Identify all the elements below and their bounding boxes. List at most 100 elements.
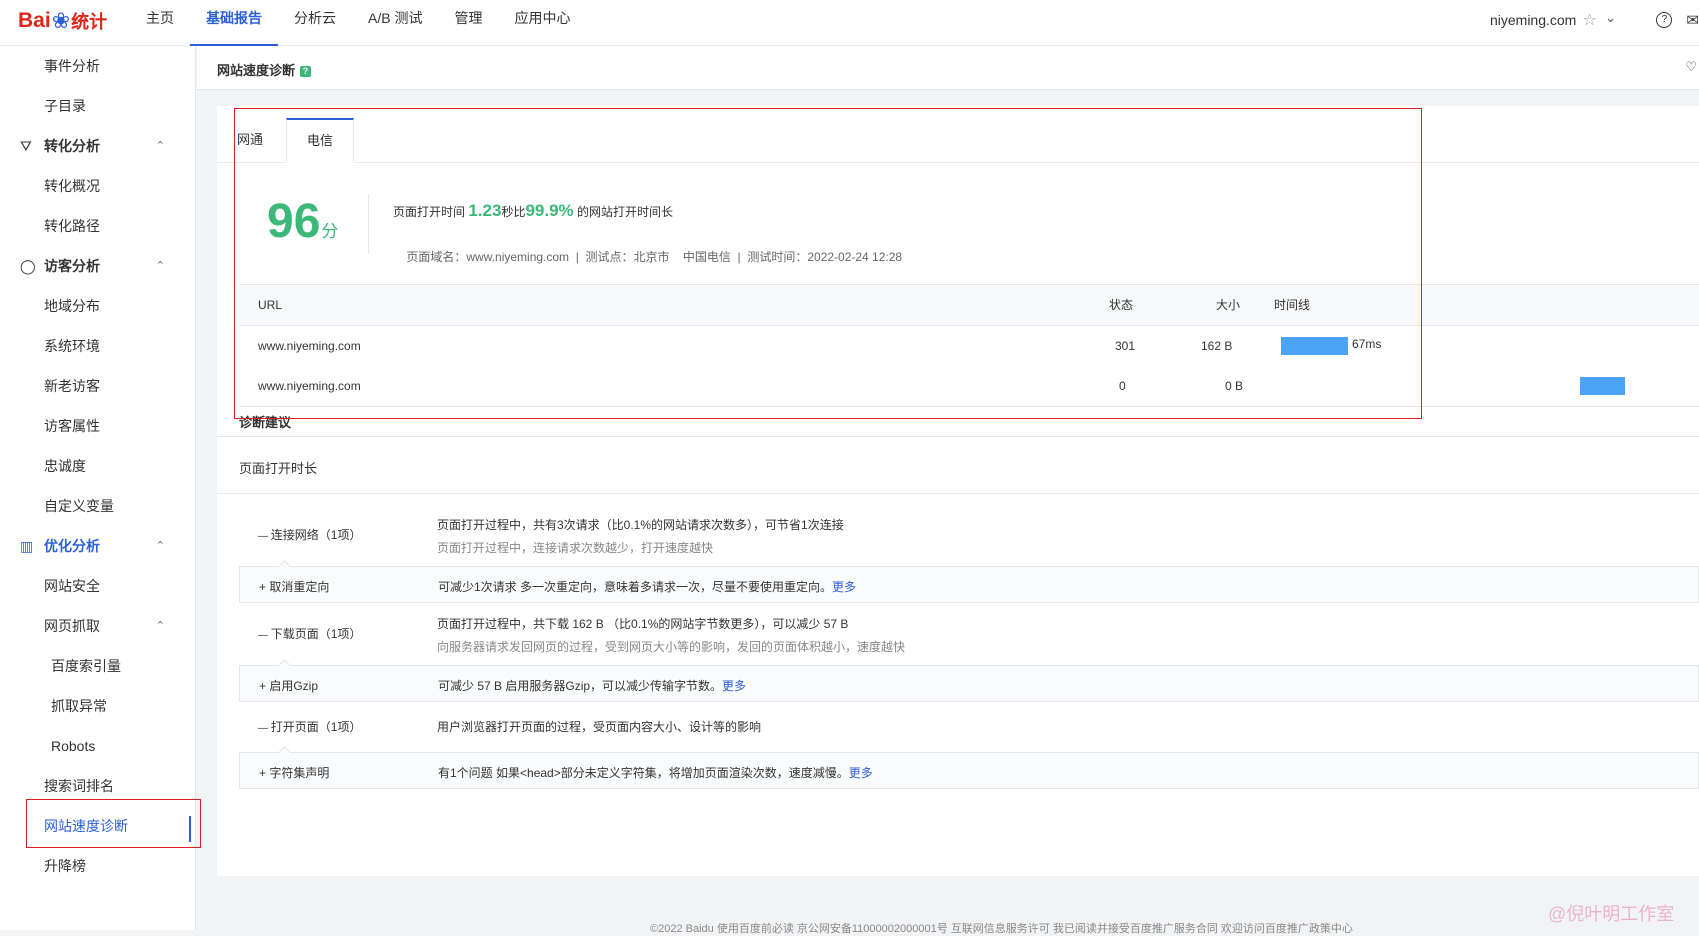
nav-item-0[interactable]: 主页 xyxy=(130,0,190,46)
rule-label[interactable]: + 字符集声明 xyxy=(259,764,329,781)
sidebar-item-6[interactable]: 地域分布 xyxy=(0,286,195,326)
footer: ©2022 Baidu 使用百度前必读 京公网安备11000002000001号… xyxy=(650,923,1353,935)
sidebar-item-label: 网页抓取 xyxy=(44,618,100,634)
sidebar: 事件分析 子目录 ⛛ 转化分析 ⌃ 转化概况 转化路径 ◯ 访客分析 ⌃ 地域分布 系统环境 新老访客访… xyxy=(0,46,196,930)
sidebar-item-20[interactable]: 升降榜 xyxy=(0,846,195,886)
rule-label-text: 取消重定向 xyxy=(269,580,330,594)
rule-label[interactable]: + 启用Gzip xyxy=(259,677,318,694)
nav-item-2[interactable]: 分析云 xyxy=(278,0,352,46)
sidebar-item-label: 地域分布 xyxy=(44,298,100,314)
sidebar-item-9[interactable]: 访客属性 xyxy=(0,406,195,446)
sidebar-item-13[interactable]: 网站安全 xyxy=(0,566,195,606)
sidebar-item-15[interactable]: 百度索引量 xyxy=(0,646,195,686)
more-link[interactable]: 更多 xyxy=(849,766,873,780)
chevron-up-icon[interactable]: ⌃ xyxy=(156,246,165,286)
group-desc: 页面打开过程中，共下载 162 B （比0.1%的网站字节数更多），可以减少 5… xyxy=(437,617,849,631)
sidebar-item-label: 升降榜 xyxy=(44,858,86,874)
watermark: @倪叶明工作室 xyxy=(1548,904,1675,924)
page-title-text: 网站速度诊断 xyxy=(217,63,296,78)
sidebar-item-1[interactable]: 子目录 xyxy=(0,86,195,126)
annotation-box-results xyxy=(234,108,1422,419)
sidebar-item-label: 抓取异常 xyxy=(51,698,107,714)
more-link[interactable]: 更多 xyxy=(722,679,746,693)
expand-icon[interactable]: + xyxy=(259,766,269,780)
heart-icon[interactable]: ♡ xyxy=(1685,59,1697,75)
sidebar-item-label: 访客属性 xyxy=(44,418,100,434)
group-label-text: 下载页面（1项） xyxy=(270,627,362,641)
sidebar-item-label: 子目录 xyxy=(44,98,86,114)
divider xyxy=(217,493,1699,494)
top-navigation-bar: Bai ❀ 统计 主页 基础报告 分析云 A/B 测试 管理 应用中心 niyeming.… xyxy=(0,0,1699,46)
sidebar-item-label: 系统环境 xyxy=(44,338,100,354)
more-link[interactable]: 更多 xyxy=(832,580,856,594)
sidebar-item-10[interactable]: 忠诚度 xyxy=(0,446,195,486)
user-name[interactable]: niyeming.com xyxy=(1490,12,1576,28)
collapse-icon[interactable]: — xyxy=(258,531,271,542)
rule-desc-text: 可减少1次请求 多一次重定向，意味着多请求一次，尽量不要使用重定向。 xyxy=(438,580,833,594)
expand-icon[interactable]: + xyxy=(259,580,269,594)
sidebar-item-label: 网站安全 xyxy=(44,578,100,594)
rule-desc: 可减少1次请求 多一次重定向，意味着多请求一次，尽量不要使用重定向。更多 xyxy=(438,578,856,595)
sidebar-item-0[interactable]: 事件分析 xyxy=(0,46,195,86)
sidebar-item-4[interactable]: 转化路径 xyxy=(0,206,195,246)
nav-item-3[interactable]: A/B 测试 xyxy=(352,0,438,46)
rule-desc: 有1个问题 如果<head>部分未定义字符集，将增加页面渲染次数，速度减慢。更多 xyxy=(438,764,873,781)
sidebar-item-8[interactable]: 新老访客 xyxy=(0,366,195,406)
group-label[interactable]: — 打开页面（1项） xyxy=(258,718,361,735)
sidebar-item-label: 新老访客 xyxy=(44,378,100,394)
nav-item-5[interactable]: 应用中心 xyxy=(498,0,586,46)
rule-item[interactable]: + 取消重定向 可减少1次请求 多一次重定向，意味着多请求一次，尽量不要使用重定向… xyxy=(239,560,1699,603)
sidebar-item-label: 转化路径 xyxy=(44,218,100,234)
diagnosis-subtitle: 页面打开时长 xyxy=(239,461,318,476)
sidebar-item-label: 访客分析 xyxy=(44,258,100,274)
page-header: 网站速度诊断? ♡ xyxy=(197,46,1699,90)
logo-text-bai: Bai xyxy=(18,9,51,32)
sidebar-item-17[interactable]: Robots xyxy=(0,726,195,766)
chevron-up-icon[interactable]: ⌃ xyxy=(156,526,165,566)
group-label-text: 连接网络（1项） xyxy=(270,528,362,542)
sidebar-item-12[interactable]: ▥ 优化分析 ⌃ xyxy=(0,526,195,566)
help-icon[interactable]: ? xyxy=(1656,12,1673,28)
baidu-tongji-logo[interactable]: Bai ❀ 统计 xyxy=(18,6,107,36)
expand-icon[interactable]: + xyxy=(259,679,269,693)
nav-item-4[interactable]: 管理 xyxy=(438,0,498,46)
paw-icon: ❀ xyxy=(51,8,71,33)
help-icon-glyph: ? xyxy=(1661,14,1668,25)
sidebar-item-16[interactable]: 抓取异常 xyxy=(0,686,195,726)
chevron-down-icon[interactable]: ⌄ xyxy=(1605,9,1617,26)
sidebar-item-7[interactable]: 系统环境 xyxy=(0,326,195,366)
sidebar-item-3[interactable]: 转化概况 xyxy=(0,166,195,206)
sidebar-item-2[interactable]: ⛛ 转化分析 ⌃ xyxy=(0,126,195,166)
funnel-icon: ⛛ xyxy=(20,138,32,154)
star-icon[interactable]: ☆ xyxy=(1582,10,1596,30)
rule-label[interactable]: + 取消重定向 xyxy=(259,578,329,595)
group-label[interactable]: — 下载页面（1项） xyxy=(258,625,361,642)
page-title: 网站速度诊断? xyxy=(217,60,312,79)
timeline-bar xyxy=(1580,377,1625,395)
group-hint: 页面打开过程中，连接请求次数越少，打开速度越快 xyxy=(437,541,714,555)
rule-item[interactable]: + 启用Gzip 可减少 57 B 启用服务器Gzip，可以减少传输字节数。更多 xyxy=(239,659,1699,702)
sidebar-item-14[interactable]: 网页抓取 ⌃ xyxy=(0,606,195,646)
sidebar-item-11[interactable]: 自定义变量 xyxy=(0,486,195,526)
mail-icon[interactable]: ✉ xyxy=(1686,11,1699,29)
sidebar-item-label: 百度索引量 xyxy=(51,658,121,674)
diagnosis-group: — 下载页面（1项） 页面打开过程中，共下载 162 B （比0.1%的网站字节数… xyxy=(239,603,1699,665)
user-area: niyeming.com ☆ ⌄ ? ✉ xyxy=(1490,0,1699,40)
diagnosis-group: — 打开页面（1项） 用户浏览器打开页面的过程，受页面内容大小、设计等的影响 xyxy=(239,702,1699,752)
group-label[interactable]: — 连接网络（1项） xyxy=(258,526,361,543)
logo-text-tongji: 统计 xyxy=(71,12,108,32)
collapse-icon[interactable]: — xyxy=(258,630,271,641)
nav-item-1[interactable]: 基础报告 xyxy=(190,0,278,46)
diagnosis-group: — 连接网络（1项） 页面打开过程中，共有3次请求（比0.1%的网站请求次数多），… xyxy=(239,504,1699,566)
main-nav: 主页 基础报告 分析云 A/B 测试 管理 应用中心 xyxy=(130,0,586,46)
chevron-up-icon[interactable]: ⌃ xyxy=(156,606,165,646)
help-badge-icon[interactable]: ? xyxy=(300,66,312,77)
sidebar-item-label: 事件分析 xyxy=(44,58,100,74)
rule-item[interactable]: + 字符集声明 有1个问题 如果<head>部分未定义字符集，将增加页面渲染次数，… xyxy=(239,746,1699,789)
sidebar-item-5[interactable]: ◯ 访客分析 ⌃ xyxy=(0,246,195,286)
sidebar-item-label: 优化分析 xyxy=(44,538,100,554)
rule-label-text: 字符集声明 xyxy=(269,766,330,780)
divider xyxy=(217,436,1699,437)
chevron-up-icon[interactable]: ⌃ xyxy=(156,126,165,166)
collapse-icon[interactable]: — xyxy=(258,723,271,734)
